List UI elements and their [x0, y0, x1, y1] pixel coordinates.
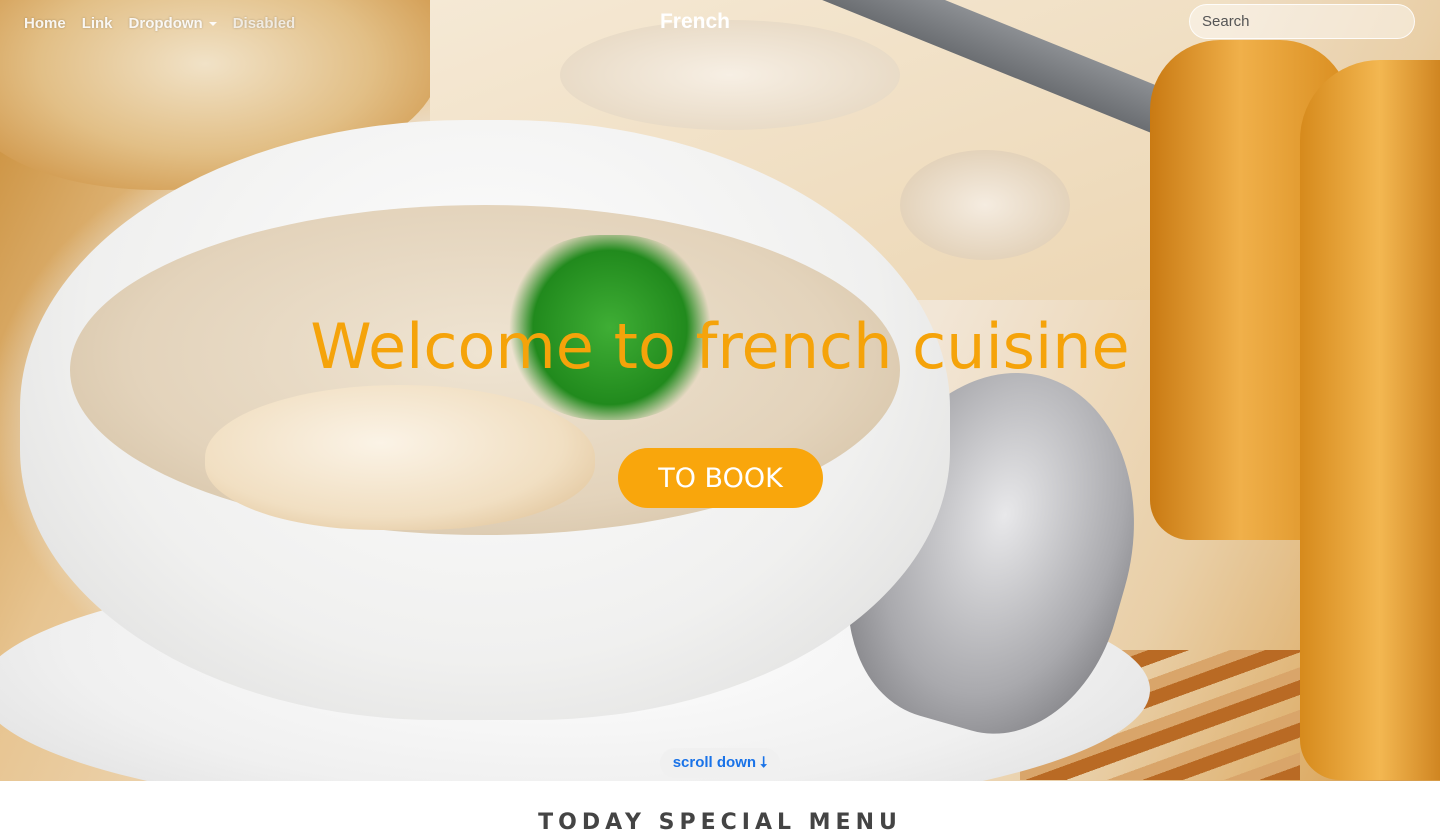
hero-title: Welcome to french cuisine: [310, 310, 1130, 383]
navbar: Home Link Dropdown Disabled French: [0, 0, 1440, 48]
mushroom-garnish: [205, 385, 595, 530]
salt-mill: [1300, 60, 1440, 780]
arrow-down-icon: ⭣: [760, 754, 768, 771]
section-heading: TODAY SPECIAL MENU: [538, 810, 902, 835]
hero-background-image: Home Link Dropdown Disabled French Welco…: [0, 0, 1440, 781]
brand-logo[interactable]: French: [0, 10, 1390, 34]
search-input[interactable]: [1189, 4, 1415, 39]
scroll-down-button[interactable]: scroll down ⭣: [660, 748, 780, 778]
scroll-down-label: scroll down: [672, 754, 757, 771]
mushroom-slice: [900, 150, 1070, 260]
book-button[interactable]: TO BOOK: [618, 448, 823, 508]
